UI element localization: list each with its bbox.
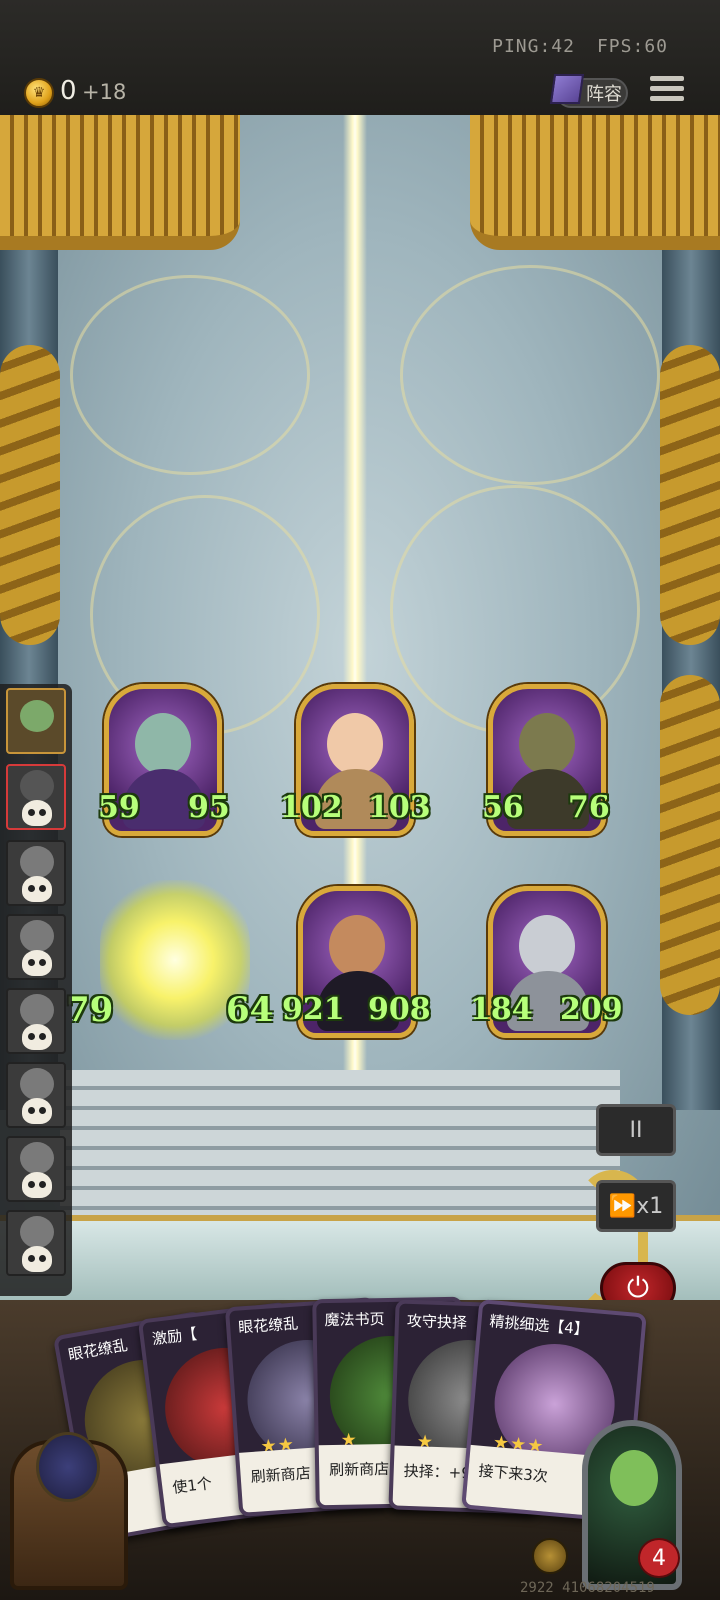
roster-entry-opponent[interactable] — [6, 764, 66, 830]
unit-attack: 921 — [282, 992, 345, 1027]
unit-health: 76 — [568, 790, 610, 825]
decor-swirl — [400, 265, 660, 485]
pause-icon: II — [629, 1117, 643, 1143]
opponent-roster — [0, 684, 72, 1296]
unit-portrait — [519, 915, 575, 977]
fps-readout: FPS:60 — [596, 36, 668, 57]
unit-health: 103 — [368, 790, 431, 825]
skull-icon — [22, 800, 52, 826]
unit-attack: 79 — [66, 990, 114, 1030]
skull-icon — [22, 1098, 52, 1124]
unit-portrait — [329, 915, 385, 977]
temple-stairs — [60, 1070, 620, 1220]
potion-jar-icon — [36, 1432, 100, 1502]
card-title: 精挑细选【4】 — [488, 1312, 590, 1339]
unit-health: 209 — [560, 992, 623, 1027]
opponent-avatar — [20, 920, 54, 952]
unit-portrait — [135, 713, 191, 775]
gold-income: +18 — [82, 80, 127, 104]
opponent-avatar — [20, 770, 54, 802]
dragon-carving-right-lower — [660, 675, 720, 1015]
roster-entry-eliminated[interactable] — [6, 1062, 66, 1128]
temple-roof-left — [0, 115, 240, 250]
unit-portrait — [327, 713, 383, 775]
ping-readout: PING:42 — [492, 36, 575, 57]
roster-entry-eliminated[interactable] — [6, 988, 66, 1054]
skull-icon — [22, 1246, 52, 1272]
fast-forward-icon: ⏩ — [608, 1193, 637, 1219]
roster-entry-current[interactable] — [6, 688, 66, 754]
player-health: 4 — [638, 1538, 680, 1578]
pause-button[interactable]: II — [596, 1104, 676, 1156]
unit-attack: 184 — [470, 992, 533, 1027]
book-icon — [549, 74, 585, 104]
match-id: 2922 41068204519 — [520, 1580, 655, 1596]
gold-coin-icon: ♛ — [24, 78, 54, 108]
opponent-avatar — [20, 700, 54, 732]
unit-attack: 56 — [482, 790, 524, 825]
player-avatar — [610, 1450, 658, 1506]
opponent-avatar — [20, 994, 54, 1026]
dragon-carving-right — [660, 345, 720, 645]
skull-icon — [22, 1024, 52, 1050]
speed-button[interactable]: ⏩ x1 — [596, 1180, 676, 1232]
unit-health: 908 — [368, 992, 431, 1027]
lineup-label[interactable]: 阵容 — [586, 80, 622, 106]
top-bar: PING:42 FPS:60 ♛ 0 +18 阵容 — [0, 0, 720, 115]
roster-entry-eliminated[interactable] — [6, 1210, 66, 1276]
unit-health: 95 — [188, 790, 230, 825]
speed-label: x1 — [636, 1193, 664, 1219]
opponent-avatar — [20, 1216, 54, 1248]
roster-entry-eliminated[interactable] — [6, 840, 66, 906]
unit-attack: 59 — [98, 790, 140, 825]
temple-roof-right — [470, 115, 720, 250]
hamburger-menu-icon[interactable] — [650, 76, 684, 106]
roster-entry-eliminated[interactable] — [6, 914, 66, 980]
opponent-avatar — [20, 1068, 54, 1100]
opponent-avatar — [20, 1142, 54, 1174]
decor-swirl — [70, 275, 310, 475]
heart-hp-value: 4 — [652, 1545, 666, 1571]
skull-icon — [22, 876, 52, 902]
network-stats: PING:42 FPS:60 — [470, 36, 668, 57]
bell-icon[interactable] — [532, 1538, 568, 1574]
opponent-avatar — [20, 846, 54, 878]
roster-entry-eliminated[interactable] — [6, 1136, 66, 1202]
gold-amount: 0 — [60, 76, 77, 106]
unit-attack: 102 — [280, 790, 343, 825]
skull-icon — [22, 1172, 52, 1198]
unit-health: 64 — [226, 990, 274, 1030]
dragon-carving-left — [0, 345, 60, 645]
unit-portrait — [519, 713, 575, 775]
skull-icon — [22, 950, 52, 976]
